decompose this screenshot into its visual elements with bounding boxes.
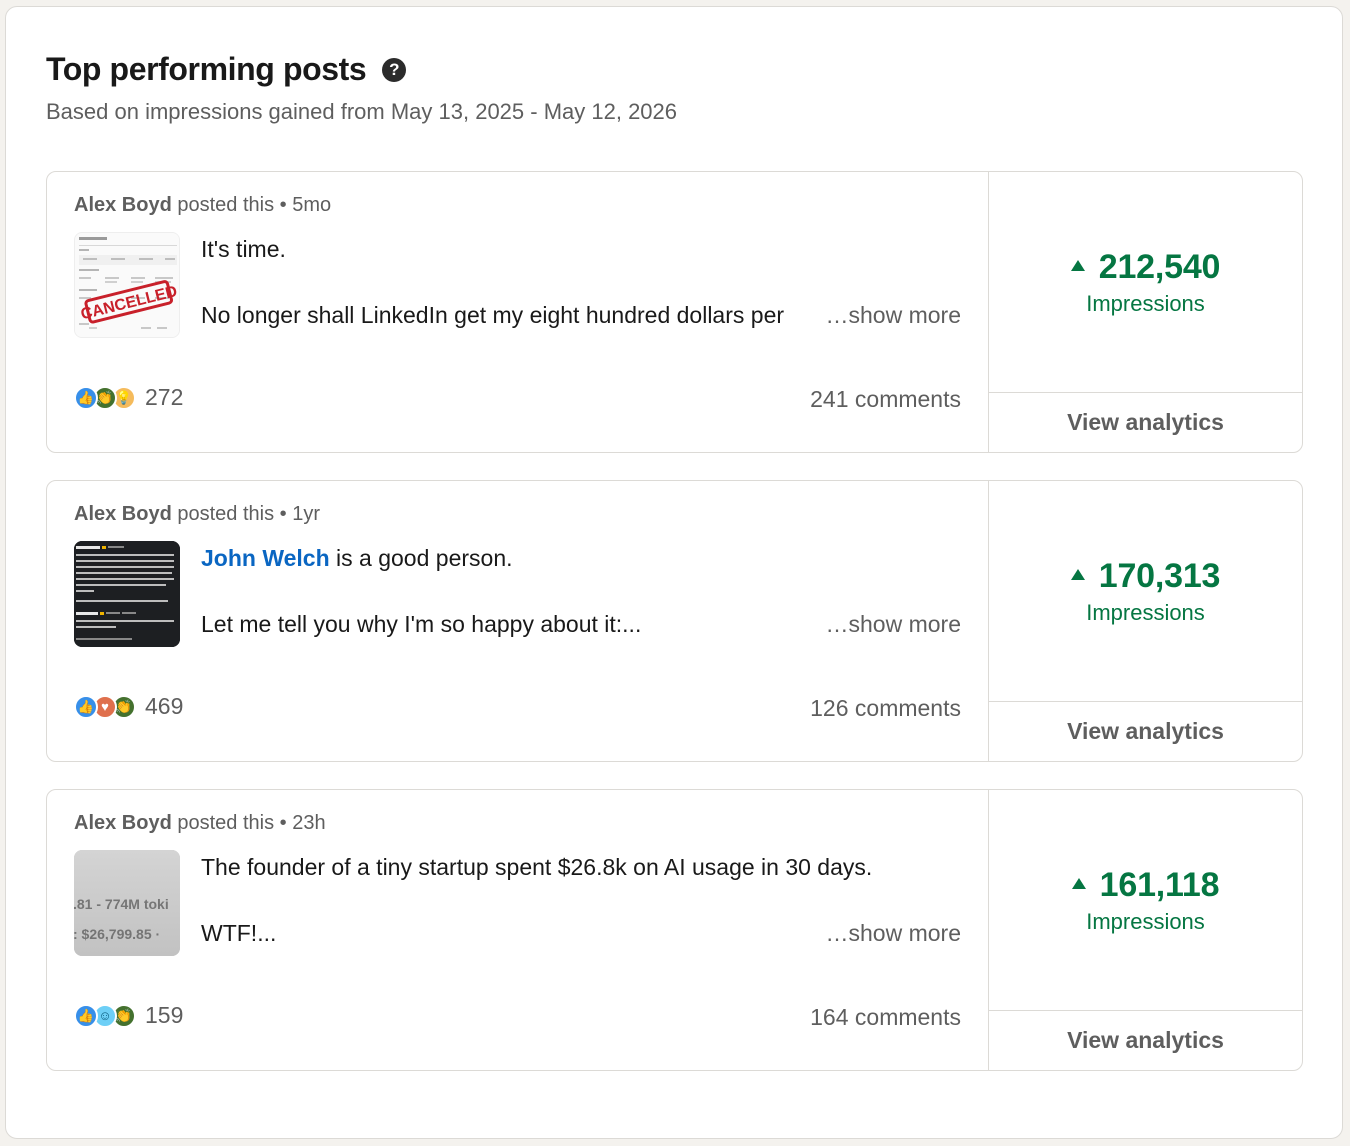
post-stats: 161,118 Impressions View analytics [988, 790, 1302, 1070]
post-thumbnail[interactable]: .81 - 774M toki : $26,799.85 · [74, 850, 180, 956]
post-stats: 170,313 Impressions View analytics [988, 481, 1302, 761]
author-name[interactable]: Alex Boyd [74, 503, 172, 525]
post-text-rest: is a good person. [329, 545, 513, 571]
date-range-subtitle: Based on impressions gained from May 13,… [46, 99, 678, 124]
post-text-line1: The founder of a tiny startup spent $26.… [201, 854, 873, 880]
post-text-line2: No longer shall LinkedIn get my eight hu… [201, 302, 785, 328]
reactions-summary[interactable]: 👍 ♥ 👏 469 [74, 693, 183, 720]
impressions-number: 212,540 [1098, 248, 1221, 286]
reaction-count: 469 [145, 693, 184, 719]
post-content[interactable]: Alex Boyd posted this • 5mo CANCELLED It… [47, 172, 988, 452]
impressions-number: 170,313 [1098, 557, 1221, 595]
post-card[interactable]: Alex Boyd posted this • 23h .81 - 774M t… [46, 789, 1303, 1071]
meta-separator: • [279, 503, 287, 525]
impressions-stat: 170,313 Impressions [989, 557, 1302, 626]
show-more-link[interactable]: …show more [826, 611, 961, 638]
post-meta: Alex Boyd posted this • 5mo [74, 194, 331, 217]
post-thumbnail[interactable] [74, 541, 180, 647]
post-text-line1: It's time. [201, 236, 286, 262]
view-analytics-button[interactable]: View analytics [989, 701, 1302, 761]
help-circle-icon[interactable]: ? [382, 57, 407, 82]
post-age: 1yr [292, 503, 321, 525]
svg-text:.81 - 774M toki: .81 - 774M toki [74, 896, 169, 912]
view-analytics-button[interactable]: View analytics [989, 392, 1302, 452]
triangle-up-icon [1070, 568, 1085, 580]
comments-count[interactable]: 126 comments [810, 695, 961, 722]
post-card[interactable]: Alex Boyd posted this • 5mo CANCELLED It… [46, 171, 1303, 453]
meta-separator: • [279, 194, 287, 216]
impressions-stat: 212,540 Impressions [989, 248, 1302, 317]
post-age: 5mo [292, 194, 332, 216]
author-name[interactable]: Alex Boyd [74, 194, 172, 216]
impressions-stat: 161,118 Impressions [989, 866, 1302, 935]
like-icon: 👍 [74, 385, 98, 410]
impressions-label: Impressions [1086, 909, 1205, 934]
posted-label: posted this [177, 194, 275, 216]
triangle-up-icon [1071, 877, 1086, 889]
show-more-link[interactable]: …show more [826, 920, 961, 947]
impressions-value: 161,118 [989, 866, 1302, 905]
post-meta: Alex Boyd posted this • 1yr [74, 503, 320, 526]
impressions-label: Impressions [1086, 600, 1205, 625]
reactions-summary[interactable]: 👍 ☺ 👏 159 [74, 1002, 183, 1029]
reaction-count: 159 [145, 1002, 184, 1028]
document-screenshot-image: CANCELLED [75, 233, 179, 337]
post-content[interactable]: Alex Boyd posted this • 1yr John Welch i… [47, 481, 988, 761]
impressions-value: 170,313 [989, 557, 1302, 596]
like-icon: 👍 [74, 1003, 98, 1028]
section-title: Top performing posts [46, 51, 367, 87]
post-card[interactable]: Alex Boyd posted this • 1yr John Welch i… [46, 480, 1303, 762]
comments-count[interactable]: 164 comments [810, 1004, 961, 1031]
triangle-up-icon [1070, 259, 1085, 271]
posted-label: posted this [177, 812, 275, 834]
impressions-value: 212,540 [989, 248, 1302, 287]
heading-row: Top performing posts ? [46, 51, 407, 88]
post-age: 23h [292, 812, 326, 834]
impressions-number: 161,118 [1099, 866, 1220, 904]
like-icon: 👍 [74, 694, 98, 719]
post-text-line2: Let me tell you why I'm so happy about i… [201, 611, 642, 637]
author-name[interactable]: Alex Boyd [74, 812, 172, 834]
post-stats: 212,540 Impressions View analytics [988, 172, 1302, 452]
mention-link[interactable]: John Welch [201, 545, 330, 571]
post-thumbnail[interactable]: CANCELLED [74, 232, 180, 338]
post-text-line1: John Welch is a good person. [201, 545, 513, 572]
view-analytics-button[interactable]: View analytics [989, 1010, 1302, 1070]
posted-label: posted this [177, 503, 275, 525]
svg-text:: $26,799.85 ·: : $26,799.85 · [74, 926, 160, 942]
chat-screenshot-image [74, 541, 180, 647]
blurred-usage-image: .81 - 774M toki : $26,799.85 · [74, 850, 180, 956]
post-content[interactable]: Alex Boyd posted this • 23h .81 - 774M t… [47, 790, 988, 1070]
reaction-count: 272 [145, 384, 184, 410]
meta-separator: • [279, 812, 287, 834]
post-meta: Alex Boyd posted this • 23h [74, 812, 326, 835]
reactions-summary[interactable]: 👍 👏 💡 272 [74, 384, 183, 411]
comments-count[interactable]: 241 comments [810, 386, 961, 413]
post-text-line2: WTF!... [201, 920, 277, 946]
impressions-label: Impressions [1086, 291, 1205, 316]
show-more-link[interactable]: …show more [826, 302, 961, 329]
top-posts-panel: Top performing posts ? Based on impressi… [5, 6, 1343, 1139]
